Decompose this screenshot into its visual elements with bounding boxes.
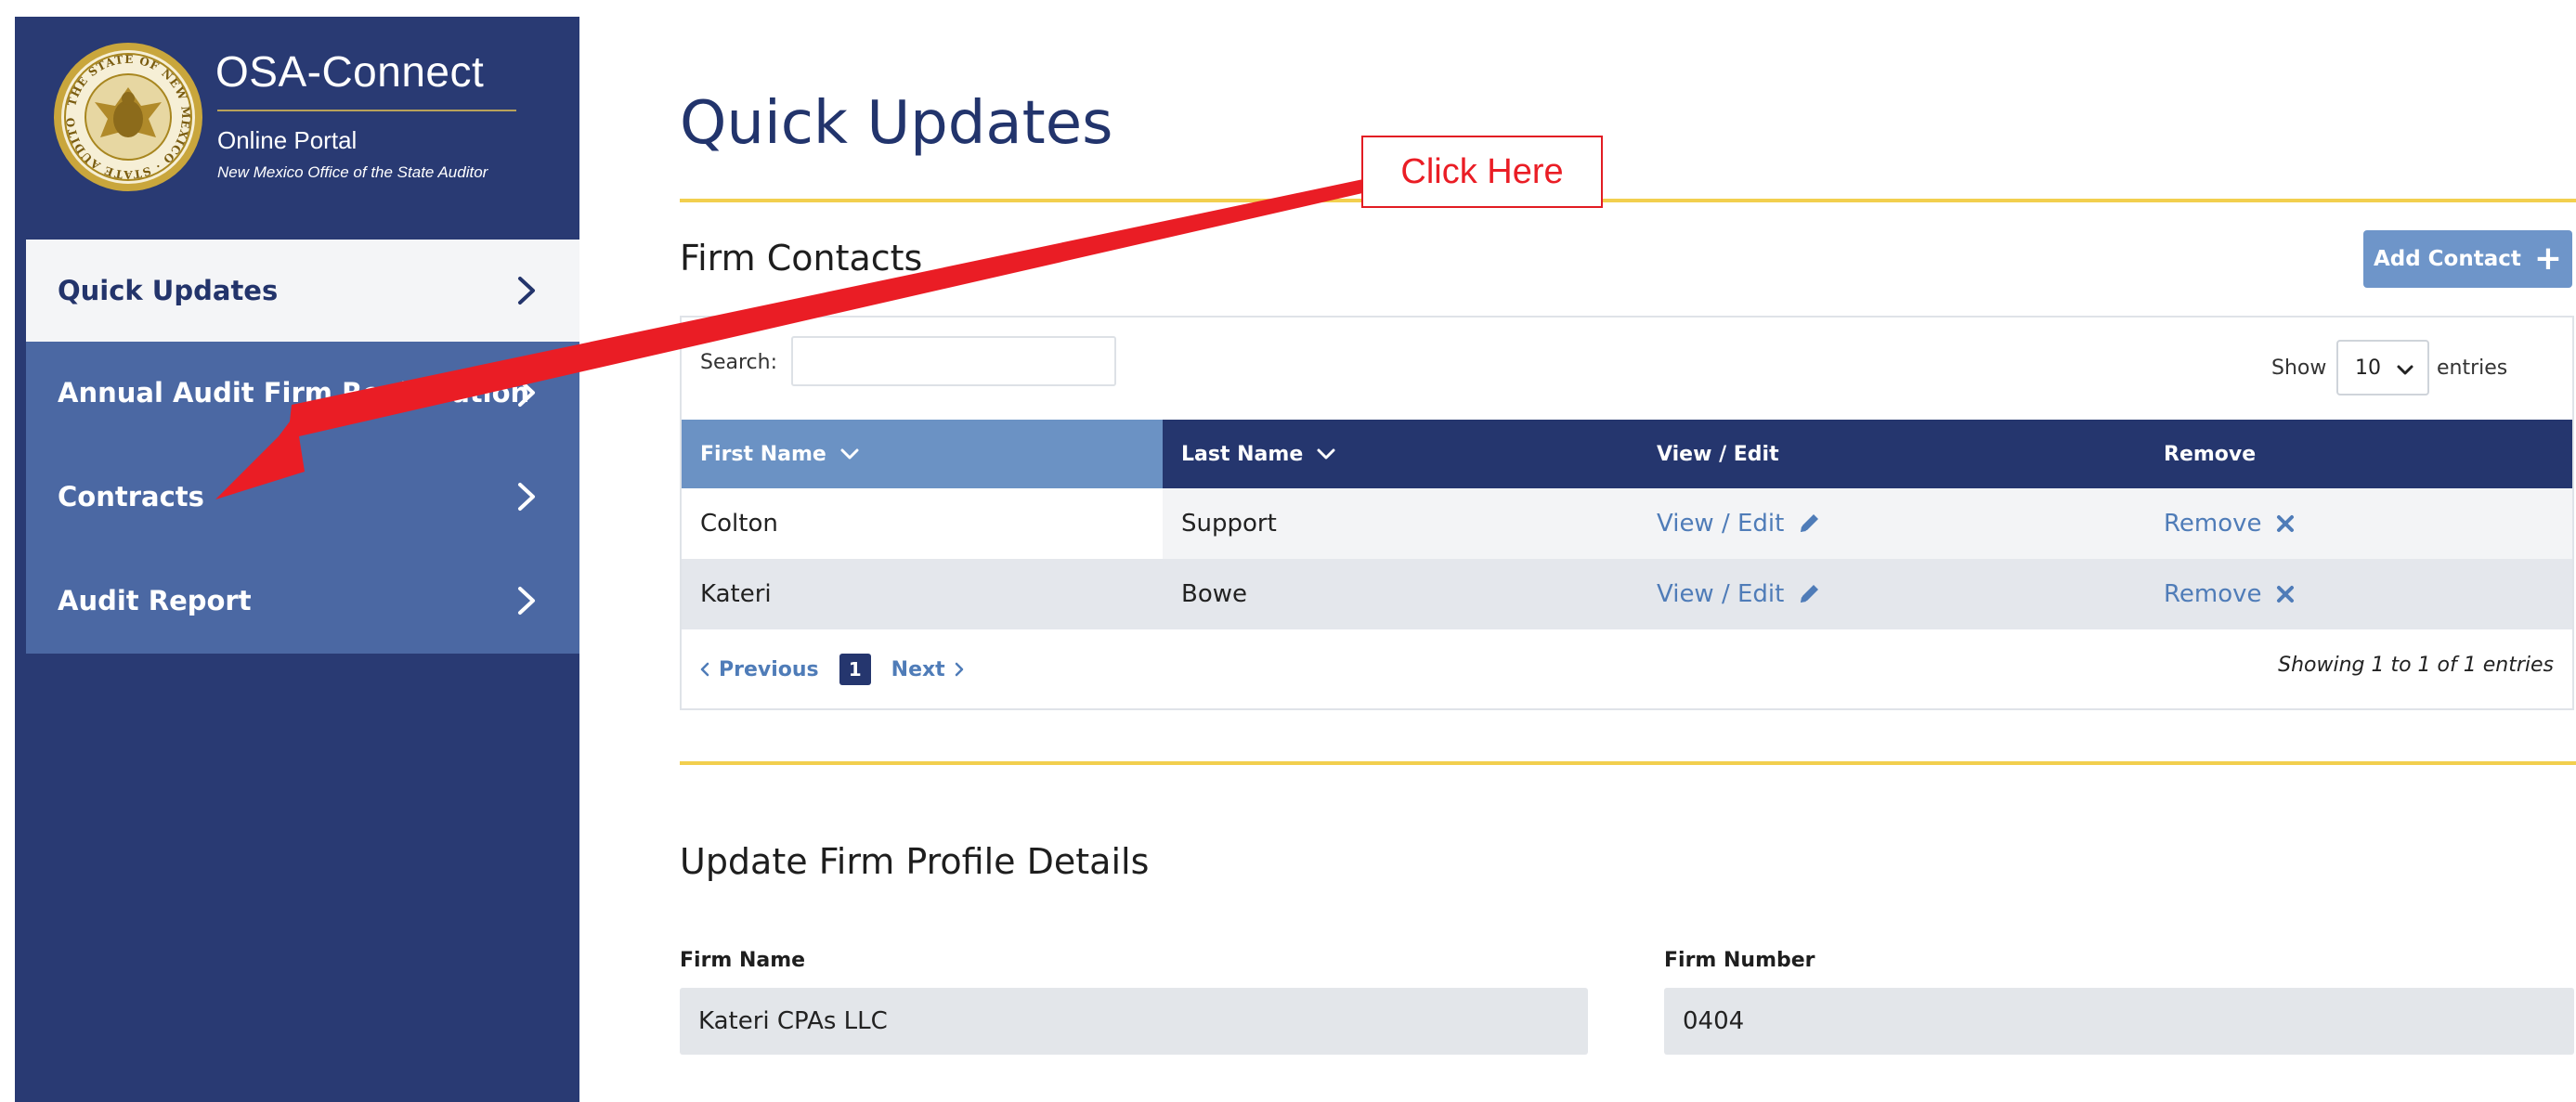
chevron-down-icon	[1317, 448, 1335, 460]
next-page-button[interactable]: Next	[891, 658, 966, 681]
cell-first-name: Kateri	[700, 580, 772, 608]
sidebar-item-label: Contracts	[58, 481, 204, 512]
firm-profile-title: Update Firm Profile Details	[680, 841, 1150, 882]
brand-subtitle: Online Portal	[217, 126, 358, 154]
sidebar-item-label: Quick Updates	[58, 275, 279, 306]
chevron-right-icon	[513, 275, 540, 306]
page-size-select[interactable]: 10	[2336, 340, 2429, 395]
close-icon	[2276, 515, 2294, 532]
brand-title: OSA-Connect	[215, 47, 485, 96]
add-contact-button[interactable]: Add Contact +	[2363, 230, 2572, 288]
pencil-icon	[1801, 585, 1819, 603]
remove-label: Remove	[2164, 510, 2262, 538]
close-icon	[2276, 586, 2294, 603]
chevron-down-icon	[2396, 360, 2414, 383]
sidebar-item-audit-report[interactable]: Audit Report	[26, 550, 579, 652]
chevron-right-icon	[955, 662, 963, 677]
cell-first-name: Colton	[682, 488, 1163, 559]
column-label: View / Edit	[1657, 442, 1779, 466]
firm-name-label: Firm Name	[680, 949, 806, 972]
page-number-button[interactable]: 1	[839, 654, 871, 685]
search-input[interactable]	[791, 336, 1116, 386]
remove-link[interactable]: Remove	[2145, 488, 2572, 559]
view-edit-link[interactable]: View / Edit	[1638, 488, 2145, 559]
plus-icon: +	[2533, 240, 2563, 278]
table-info: Showing 1 to 1 of 1 entries	[2278, 654, 2554, 677]
previous-label: Previous	[719, 657, 819, 681]
brand-divider	[217, 110, 516, 111]
chevron-right-icon	[513, 585, 540, 616]
view-edit-link[interactable]: View / Edit	[1638, 559, 2145, 629]
cell-last-name: Support	[1181, 510, 1277, 538]
column-header-remove: Remove	[2145, 420, 2572, 488]
pagination: Previous 1 Next	[698, 654, 966, 685]
view-edit-label: View / Edit	[1657, 580, 1785, 608]
column-label: Last Name	[1181, 442, 1304, 466]
chevron-down-icon	[840, 448, 859, 460]
previous-page-button[interactable]: Previous	[698, 658, 819, 681]
column-header-view-edit: View / Edit	[1638, 420, 2145, 488]
firm-number-field[interactable]: 0404	[1664, 988, 2574, 1055]
firm-name-field[interactable]: Kateri CPAs LLC	[680, 988, 1588, 1055]
pencil-icon	[1801, 514, 1819, 532]
table-row: Kateri Bowe View / Edit Remove	[682, 559, 2572, 629]
firm-contacts-title: Firm Contacts	[680, 238, 923, 279]
cell-last-name: Bowe	[1181, 580, 1248, 608]
sidebar-item-label: Annual Audit Firm Registration	[58, 377, 530, 408]
table-row: Colton Support View / Edit Remove	[682, 488, 2572, 559]
click-here-callout: Click Here	[1361, 136, 1603, 208]
brand-header: THE STATE OF NEW MEXICO · STATE AUDITOR …	[15, 17, 579, 240]
sidebar-item-quick-updates[interactable]: Quick Updates	[26, 240, 579, 342]
chevron-left-icon	[700, 662, 709, 677]
section-divider	[680, 199, 2576, 202]
column-label: First Name	[700, 442, 826, 466]
sidebar: THE STATE OF NEW MEXICO · STATE AUDITOR …	[15, 17, 579, 1102]
table-header: First Name Last Name View / Edit Remove	[682, 420, 2572, 488]
view-edit-label: View / Edit	[1657, 510, 1785, 538]
column-header-first-name[interactable]: First Name	[682, 420, 1163, 488]
entries-label: entries	[2437, 357, 2508, 380]
search-label: Search:	[700, 351, 777, 374]
column-label: Remove	[2164, 442, 2257, 466]
add-contact-label: Add Contact	[2373, 247, 2521, 271]
section-divider	[680, 761, 2576, 765]
remove-label: Remove	[2164, 580, 2262, 608]
firm-number-label: Firm Number	[1664, 949, 1815, 972]
brand-office: New Mexico Office of the State Auditor	[217, 163, 488, 181]
chevron-right-icon	[513, 377, 540, 408]
remove-link[interactable]: Remove	[2145, 559, 2572, 629]
sidebar-nav: Quick Updates Annual Audit Firm Registra…	[26, 240, 579, 654]
chevron-right-icon	[513, 481, 540, 512]
page-size-value: 10	[2355, 356, 2381, 380]
show-label: Show	[2271, 357, 2327, 380]
page-title: Quick Updates	[680, 89, 1113, 158]
contacts-table-panel: Search: Show 10 entries First Name Last …	[680, 316, 2574, 710]
sidebar-item-label: Audit Report	[58, 585, 252, 616]
column-header-last-name[interactable]: Last Name	[1163, 420, 1638, 488]
sidebar-item-annual-audit-firm-registration[interactable]: Annual Audit Firm Registration	[26, 342, 579, 444]
state-seal-logo: THE STATE OF NEW MEXICO · STATE AUDITOR	[52, 41, 202, 191]
next-label: Next	[891, 657, 945, 681]
sidebar-item-contracts[interactable]: Contracts	[26, 446, 579, 548]
